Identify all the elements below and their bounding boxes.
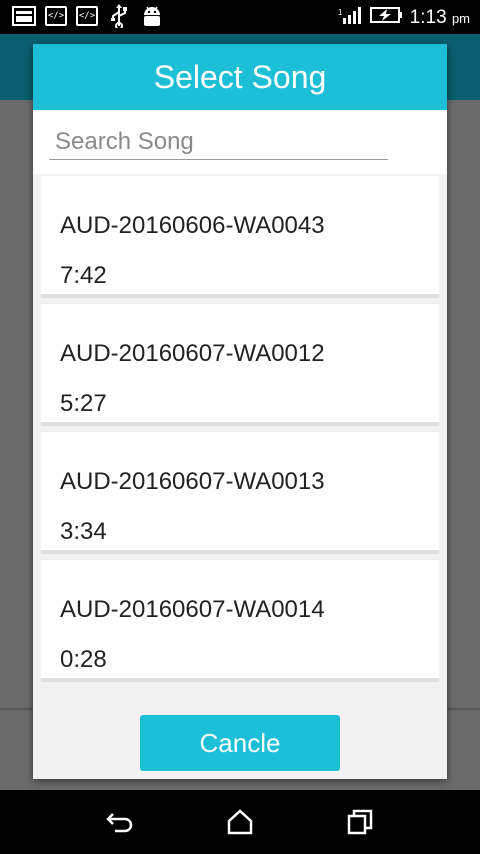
status-bar: </> </> 1 1:13 pm [0, 0, 480, 34]
battery-charging-icon [369, 6, 402, 29]
back-icon[interactable] [100, 802, 140, 842]
song-item[interactable]: AUD-20160607-WA0012 5:27 [41, 304, 439, 426]
dialog-title: Select Song [33, 44, 447, 110]
song-duration: 0:28 [60, 646, 107, 673]
song-item[interactable]: AUD-20160606-WA0043 7:42 [41, 176, 439, 298]
song-duration: 7:42 [60, 262, 107, 289]
recents-icon[interactable] [340, 802, 380, 842]
home-icon[interactable] [220, 802, 260, 842]
song-item[interactable]: AUD-20160607-WA0013 3:34 [41, 432, 439, 554]
code-icon: </> [45, 6, 67, 26]
search-container [33, 110, 447, 174]
code-icon: </> [76, 6, 98, 26]
song-title: AUD-20160607-WA0013 [60, 468, 325, 495]
song-list[interactable]: AUD-20160606-WA0043 7:42 AUD-20160607-WA… [33, 176, 447, 690]
system-indicators: 1 1:13 pm [338, 6, 470, 29]
clock: 1:13 pm [410, 7, 470, 29]
cancel-button[interactable]: Cancle [140, 715, 340, 771]
song-duration: 3:34 [60, 518, 107, 545]
song-title: AUD-20160607-WA0014 [60, 596, 325, 623]
song-duration: 5:27 [60, 390, 107, 417]
usb-icon [107, 4, 131, 28]
song-title: AUD-20160606-WA0043 [60, 212, 325, 239]
clock-ampm: pm [451, 10, 470, 26]
notification-icons: </> </> [12, 4, 164, 28]
clock-time: 1:13 [409, 6, 447, 28]
search-song-input[interactable] [49, 124, 388, 160]
song-item[interactable]: AUD-20160607-WA0014 0:28 [41, 560, 439, 682]
navigation-bar [0, 790, 480, 854]
android-icon [140, 5, 164, 27]
svg-text:1: 1 [338, 8, 343, 17]
select-song-dialog: Select Song AUD-20160606-WA0043 7:42 AUD… [33, 44, 447, 779]
signal-icon: 1 [338, 6, 362, 29]
image-icon [12, 5, 36, 27]
song-title: AUD-20160607-WA0012 [60, 340, 325, 367]
